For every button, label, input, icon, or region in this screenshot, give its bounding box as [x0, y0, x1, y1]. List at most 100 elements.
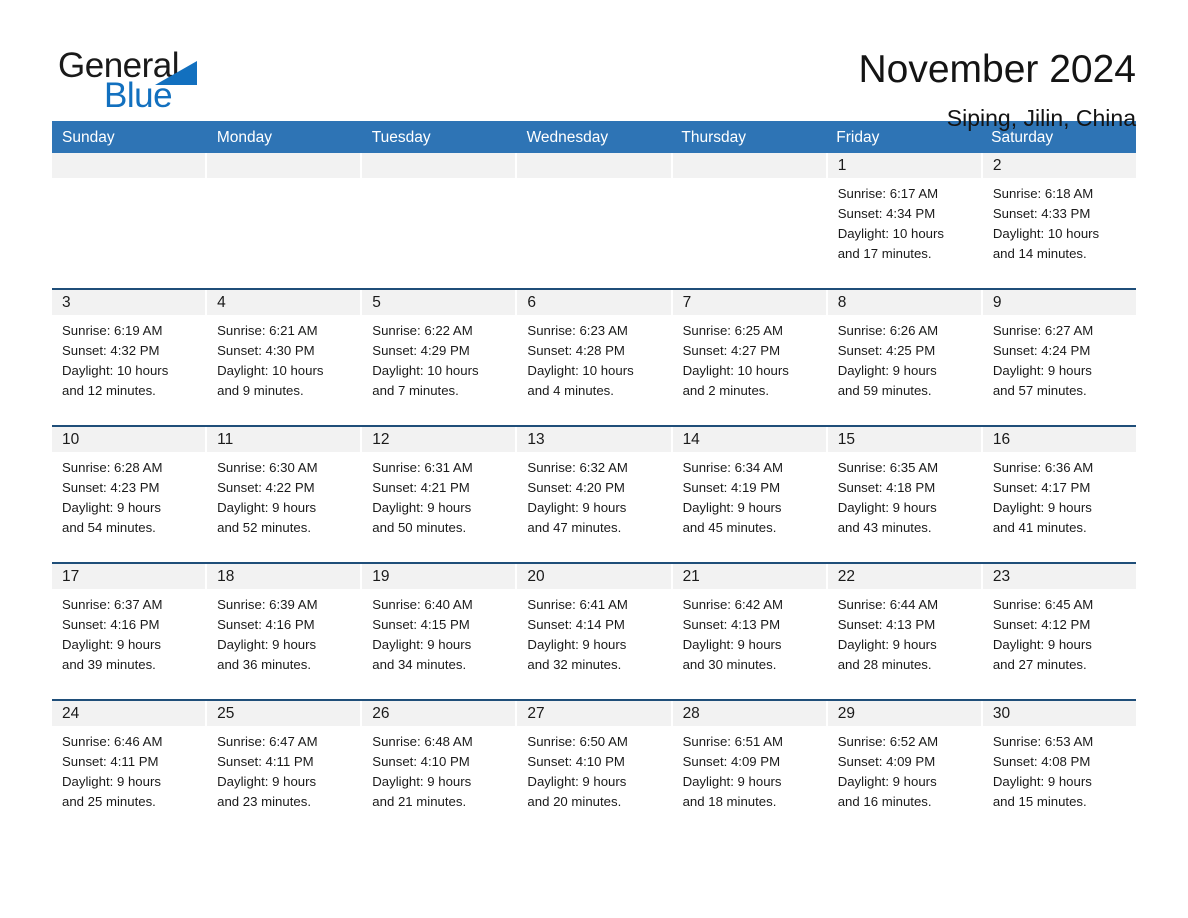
calendar-weeks: 1 Sunrise: 6:17 AM Sunset: 4:34 PM Daylight…	[52, 153, 1136, 836]
day-details: Sunrise: 6:22 AM Sunset: 4:29 PM Daylight:…	[362, 315, 515, 401]
sunrise-text: Sunrise: 6:52 AM	[837, 734, 939, 749]
sunrise-text: Sunrise: 6:53 AM	[992, 734, 1094, 749]
daylight-text-line2: and 50 minutes.	[372, 520, 467, 536]
calendar-day-cell[interactable]: 30 Sunrise: 6:53 AM Sunset: 4:08 PM Dayligh…	[982, 701, 1136, 836]
sunrise-text: Sunrise: 6:22 AM	[372, 323, 473, 338]
calendar-day-cell[interactable]: 12 Sunrise: 6:31 AM Sunset: 4:21 PM Dayligh…	[362, 427, 516, 562]
daylight-text-line1: Daylight: 9 hours	[527, 637, 627, 653]
calendar-day-cell[interactable]: 14 Sunrise: 6:34 AM Sunset: 4:19 PM Dayligh…	[672, 427, 826, 562]
sunrise-text: Sunrise: 6:28 AM	[62, 460, 163, 475]
calendar-day-cell[interactable]: 26 Sunrise: 6:48 AM Sunset: 4:10 PM Dayligh…	[362, 701, 516, 836]
day-details: Sunrise: 6:42 AM Sunset: 4:13 PM Daylight:…	[673, 589, 826, 675]
daylight-text-line2: and 54 minutes.	[62, 520, 156, 536]
calendar-day-cell[interactable]: 17 Sunrise: 6:37 AM Sunset: 4:16 PM Dayligh…	[52, 564, 206, 699]
day-number: 28	[672, 701, 826, 726]
sunset-text: Sunset: 4:29 PM	[372, 343, 470, 359]
daylight-text-line2: and 52 minutes.	[217, 520, 311, 536]
calendar-day-cell[interactable]: 23 Sunrise: 6:45 AM Sunset: 4:12 PM Dayligh…	[982, 564, 1136, 699]
calendar-grid: Sunday Monday Tuesday Wednesday Thursday…	[52, 121, 1136, 836]
daylight-text-line2: and 12 minutes.	[62, 383, 156, 399]
sunset-text: Sunset: 4:13 PM	[837, 617, 936, 633]
calendar-day-cell[interactable]: 15 Sunrise: 6:35 AM Sunset: 4:18 PM Dayligh…	[827, 427, 981, 562]
daylight-text-line1: Daylight: 9 hours	[62, 637, 161, 653]
daylight-text-line2: and 36 minutes.	[217, 657, 311, 673]
weekday-header-monday: Monday	[216, 129, 272, 146]
calendar-day-cell-empty	[362, 153, 516, 288]
sunrise-text: Sunrise: 6:32 AM	[527, 460, 628, 475]
calendar-day-cell[interactable]: 13 Sunrise: 6:32 AM Sunset: 4:20 PM Dayligh…	[517, 427, 671, 562]
weekday-header-row: Sunday Monday Tuesday Wednesday Thursday…	[52, 121, 1136, 153]
daylight-text-line1: Daylight: 9 hours	[527, 500, 627, 516]
daylight-text-line1: Daylight: 10 hours	[527, 363, 634, 379]
sunrise-text: Sunrise: 6:34 AM	[682, 460, 783, 475]
day-number	[362, 153, 516, 178]
calendar-day-cell[interactable]: 4 Sunrise: 6:21 AM Sunset: 4:30 PM Daylight…	[207, 290, 361, 425]
daylight-text-line1: Daylight: 9 hours	[217, 637, 317, 653]
calendar-day-cell[interactable]: 11 Sunrise: 6:30 AM Sunset: 4:22 PM Dayligh…	[207, 427, 361, 562]
daylight-text-line2: and 27 minutes.	[992, 657, 1087, 673]
day-number: 6	[517, 290, 671, 315]
sunset-text: Sunset: 4:22 PM	[217, 480, 315, 496]
day-number: 19	[362, 564, 516, 589]
day-details: Sunrise: 6:19 AM Sunset: 4:32 PM Daylight:…	[52, 315, 205, 401]
sunset-text: Sunset: 4:33 PM	[992, 206, 1091, 222]
day-details: Sunrise: 6:23 AM Sunset: 4:28 PM Daylight:…	[517, 315, 670, 401]
calendar-day-cell[interactable]: 20 Sunrise: 6:41 AM Sunset: 4:14 PM Dayligh…	[517, 564, 671, 699]
day-details: Sunrise: 6:34 AM Sunset: 4:19 PM Daylight:…	[673, 452, 826, 538]
daylight-text-line1: Daylight: 9 hours	[372, 774, 472, 790]
calendar-day-cell[interactable]: 28 Sunrise: 6:51 AM Sunset: 4:09 PM Dayligh…	[672, 701, 826, 836]
calendar-day-cell[interactable]: 25 Sunrise: 6:47 AM Sunset: 4:11 PM Dayligh…	[207, 701, 361, 836]
daylight-text-line2: and 17 minutes.	[837, 246, 932, 262]
calendar-day-cell[interactable]: 9 Sunrise: 6:27 AM Sunset: 4:24 PM Daylight…	[982, 290, 1136, 425]
day-number: 3	[52, 290, 206, 315]
weekday-header-saturday: Saturday	[991, 129, 1054, 146]
daylight-text-line2: and 57 minutes.	[992, 383, 1087, 399]
sunset-text: Sunset: 4:12 PM	[992, 617, 1091, 633]
daylight-text-line2: and 23 minutes.	[217, 794, 311, 810]
calendar-day-cell[interactable]: 3 Sunrise: 6:19 AM Sunset: 4:32 PM Daylight…	[52, 290, 206, 425]
calendar-day-cell[interactable]: 21 Sunrise: 6:42 AM Sunset: 4:13 PM Dayligh…	[672, 564, 826, 699]
daylight-text-line1: Daylight: 10 hours	[217, 363, 324, 379]
day-number: 2	[982, 153, 1136, 178]
calendar-day-cell[interactable]: 8 Sunrise: 6:26 AM Sunset: 4:25 PM Daylight…	[827, 290, 981, 425]
day-details: Sunrise: 6:35 AM Sunset: 4:18 PM Daylight:…	[828, 452, 981, 538]
sunset-text: Sunset: 4:28 PM	[527, 343, 625, 359]
day-number	[52, 153, 206, 178]
sunrise-text: Sunrise: 6:51 AM	[682, 734, 783, 749]
calendar-day-cell[interactable]: 29 Sunrise: 6:52 AM Sunset: 4:09 PM Dayligh…	[827, 701, 981, 836]
day-details: Sunrise: 6:51 AM Sunset: 4:09 PM Daylight:…	[673, 726, 826, 812]
sunrise-text: Sunrise: 6:27 AM	[992, 323, 1094, 338]
calendar-day-cell[interactable]: 27 Sunrise: 6:50 AM Sunset: 4:10 PM Dayligh…	[517, 701, 671, 836]
calendar-day-cell[interactable]: 18 Sunrise: 6:39 AM Sunset: 4:16 PM Dayligh…	[207, 564, 361, 699]
sunrise-text: Sunrise: 6:19 AM	[62, 323, 163, 338]
calendar-day-cell[interactable]: 2 Sunrise: 6:18 AM Sunset: 4:33 PM Daylight…	[982, 153, 1136, 288]
calendar-day-cell[interactable]: 1 Sunrise: 6:17 AM Sunset: 4:34 PM Daylight…	[827, 153, 981, 288]
calendar-week-row: 1 Sunrise: 6:17 AM Sunset: 4:34 PM Daylight…	[52, 153, 1136, 288]
day-number: 22	[827, 564, 981, 589]
sunrise-text: Sunrise: 6:26 AM	[837, 323, 939, 338]
day-number: 16	[982, 427, 1136, 452]
calendar-day-cell[interactable]: 16 Sunrise: 6:36 AM Sunset: 4:17 PM Dayligh…	[982, 427, 1136, 562]
day-number: 20	[517, 564, 671, 589]
brand-logo[interactable]: General Blue	[58, 48, 208, 118]
calendar-day-cell[interactable]: 6 Sunrise: 6:23 AM Sunset: 4:28 PM Daylight…	[517, 290, 671, 425]
sunrise-text: Sunrise: 6:25 AM	[682, 323, 783, 338]
daylight-text-line2: and 30 minutes.	[682, 657, 777, 673]
daylight-text-line2: and 25 minutes.	[62, 794, 156, 810]
calendar-day-cell[interactable]: 5 Sunrise: 6:22 AM Sunset: 4:29 PM Daylight…	[362, 290, 516, 425]
calendar-day-cell[interactable]: 24 Sunrise: 6:46 AM Sunset: 4:11 PM Dayligh…	[52, 701, 206, 836]
calendar-day-cell[interactable]: 10 Sunrise: 6:28 AM Sunset: 4:23 PM Dayligh…	[52, 427, 206, 562]
calendar-day-cell[interactable]: 19 Sunrise: 6:40 AM Sunset: 4:15 PM Dayligh…	[362, 564, 516, 699]
calendar-day-cell[interactable]: 7 Sunrise: 6:25 AM Sunset: 4:27 PM Daylight…	[672, 290, 826, 425]
sunrise-text: Sunrise: 6:35 AM	[837, 460, 939, 475]
day-number	[672, 153, 826, 178]
day-number: 26	[362, 701, 516, 726]
day-details: Sunrise: 6:41 AM Sunset: 4:14 PM Daylight:…	[517, 589, 670, 675]
calendar-day-cell[interactable]: 22 Sunrise: 6:44 AM Sunset: 4:13 PM Dayligh…	[827, 564, 981, 699]
sunset-text: Sunset: 4:10 PM	[527, 754, 625, 770]
daylight-text-line2: and 41 minutes.	[992, 520, 1087, 536]
day-number	[517, 153, 671, 178]
day-number: 17	[52, 564, 206, 589]
sunrise-text: Sunrise: 6:31 AM	[372, 460, 473, 475]
daylight-text-line1: Daylight: 9 hours	[62, 774, 161, 790]
